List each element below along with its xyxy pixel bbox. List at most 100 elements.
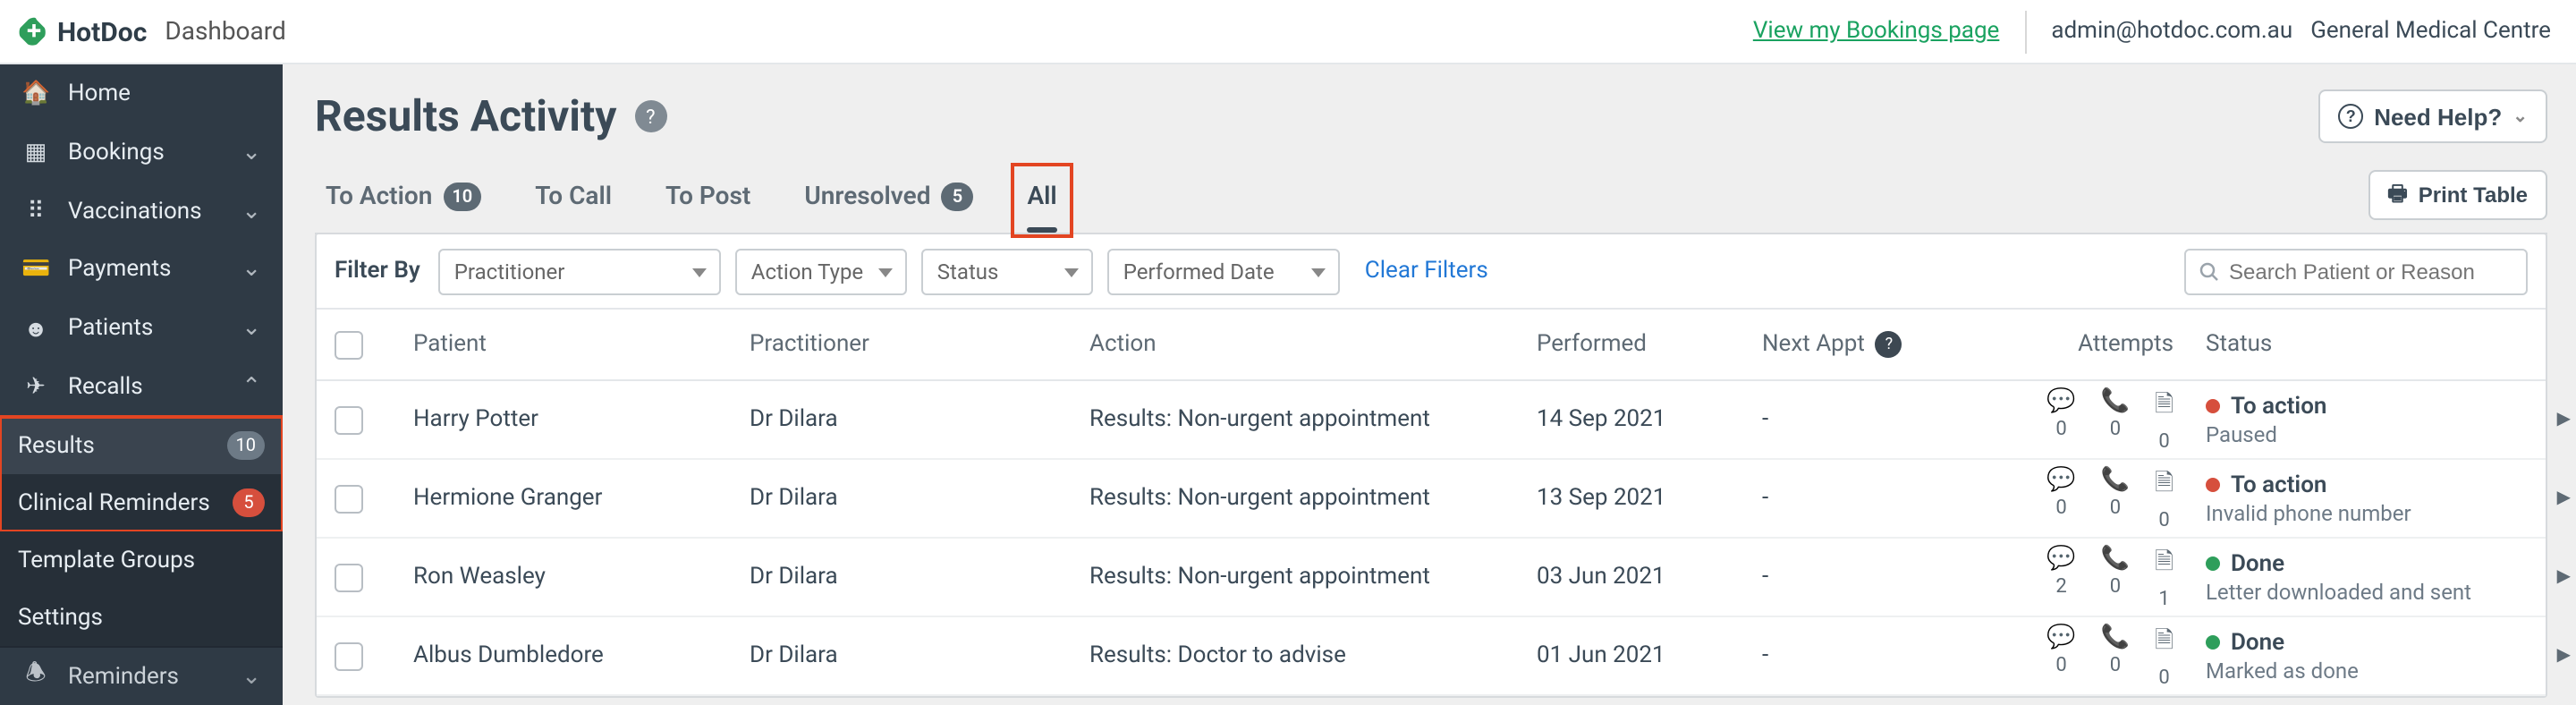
select-all-checkbox[interactable] <box>335 330 363 359</box>
sidebar-item-label: Home <box>68 81 131 107</box>
filter-action-type[interactable]: Action Type <box>735 248 907 294</box>
chevron-down-icon: ⌄ <box>242 663 261 690</box>
main-content: Results Activity ? ? Need Help? ⌄ To Act… <box>283 64 2576 705</box>
cell-performed: 01 Jun 2021 <box>1537 642 1762 669</box>
cell-attempts: 💬0 📞0 🗎0 <box>1991 387 2206 452</box>
results-panel: Filter By Practitioner Action Type Statu… <box>315 233 2547 698</box>
message-icon: 💬 <box>2046 466 2075 493</box>
filter-practitioner[interactable]: Practitioner <box>438 248 721 294</box>
account-email[interactable]: admin@hotdoc.com.au <box>2051 18 2292 45</box>
sidebar-sub-clinical-reminders[interactable]: Clinical Reminders 5 <box>0 474 283 531</box>
message-icon: 💬 <box>2046 545 2075 572</box>
chevron-right-icon[interactable]: ▶ <box>2546 488 2571 508</box>
sidebar-sub-results[interactable]: Results 10 <box>0 417 283 474</box>
filter-placeholder: Status <box>937 259 999 284</box>
sidebar-sub-label: Settings <box>18 604 103 631</box>
cell-practitioner: Dr Dilara <box>750 564 1089 590</box>
cell-patient: Harry Potter <box>413 406 750 433</box>
chevron-down-icon: ⌄ <box>242 316 261 343</box>
search-box[interactable] <box>2184 248 2528 294</box>
tab-label: Unresolved <box>804 183 930 211</box>
sidebar-sub-label: Results <box>18 432 95 459</box>
brand-section: Dashboard <box>165 17 285 46</box>
tab-to-call[interactable]: To Call <box>524 168 623 233</box>
row-checkbox[interactable] <box>335 405 363 434</box>
message-icon: 💬 <box>2046 387 2075 414</box>
table-row[interactable]: Harry Potter Dr Dilara Results: Non-urge… <box>317 381 2546 460</box>
sidebar-item-patients[interactable]: ☻ Patients ⌄ <box>0 300 283 359</box>
chevron-right-icon[interactable]: ▶ <box>2546 410 2571 429</box>
col-attempts: Attempts <box>1991 331 2206 358</box>
cell-status: To action Invalid phone number <box>2206 471 2546 525</box>
send-icon: ✈ <box>21 374 50 401</box>
print-label: Print Table <box>2419 183 2528 208</box>
col-action: Action <box>1089 331 1537 358</box>
print-table-button[interactable]: 🖶 Print Table <box>2368 170 2547 220</box>
cell-attempts: 💬0 📞0 🗎0 <box>1991 624 2206 688</box>
table-row[interactable]: Albus Dumbledore Dr Dilara Results: Doct… <box>317 617 2546 696</box>
sidebar-sub-label: Clinical Reminders <box>18 489 210 516</box>
search-input[interactable] <box>2229 259 2513 284</box>
row-checkbox[interactable] <box>335 484 363 513</box>
sidebar-item-reminders[interactable]: 🕭 Reminders ⌄ <box>0 646 283 705</box>
phone-icon: 📞 <box>2101 545 2130 572</box>
clear-filters-link[interactable]: Clear Filters <box>1365 258 1488 285</box>
sidebar-subnav-recalls: Results 10 Clinical Reminders 5 <box>0 417 283 531</box>
sidebar-item-recalls[interactable]: ✈ Recalls ⌃ <box>0 358 283 417</box>
status-dot-icon <box>2206 556 2220 571</box>
chevron-down-icon: ⌄ <box>242 257 261 284</box>
filter-status[interactable]: Status <box>921 248 1093 294</box>
badge-count: 10 <box>443 183 481 211</box>
badge-count: 10 <box>227 431 266 460</box>
tab-all[interactable]: All <box>1016 168 1067 233</box>
sidebar-item-bookings[interactable]: ▦ Bookings ⌄ <box>0 123 283 183</box>
chevron-right-icon[interactable]: ▶ <box>2546 567 2571 587</box>
chevron-right-icon[interactable]: ▶ <box>2546 646 2571 666</box>
table-row[interactable]: Hermione Granger Dr Dilara Results: Non-… <box>317 460 2546 539</box>
sidebar-item-label: Patients <box>68 316 153 343</box>
sidebar-item-label: Bookings <box>68 140 165 166</box>
cell-practitioner: Dr Dilara <box>750 406 1089 433</box>
sidebar-item-home[interactable]: 🏠 Home <box>0 64 283 123</box>
cell-patient: Ron Weasley <box>413 564 750 590</box>
row-checkbox[interactable] <box>335 641 363 670</box>
cell-next-appt: - <box>1762 485 1991 512</box>
sidebar-item-vaccinations[interactable]: ⠿ Vaccinations ⌄ <box>0 182 283 241</box>
sidebar-item-payments[interactable]: 💳 Payments ⌄ <box>0 241 283 300</box>
table-row[interactable]: Ron Weasley Dr Dilara Results: Non-urgen… <box>317 539 2546 617</box>
col-next-appt: Next Appt ? <box>1762 331 1991 358</box>
tab-to-action[interactable]: To Action 10 <box>315 168 492 233</box>
sidebar-sub-template-groups[interactable]: Template Groups <box>0 531 283 589</box>
results-tabs: To Action 10 To Call To Post Unresolved … <box>315 168 1068 233</box>
sidebar-sub-settings[interactable]: Settings <box>0 589 283 646</box>
chevron-down-icon: ⌄ <box>242 140 261 166</box>
col-performed: Performed <box>1537 331 1762 358</box>
tab-to-post[interactable]: To Post <box>655 168 761 233</box>
help-icon[interactable]: ? <box>1876 331 1902 358</box>
question-icon: ? <box>2338 104 2363 129</box>
calendar-icon: ▦ <box>21 140 50 166</box>
bell-icon: 🕭 <box>21 657 50 696</box>
filter-performed-date[interactable]: Performed Date <box>1107 248 1340 294</box>
document-icon: 🗎 <box>2155 624 2174 663</box>
brand-logo[interactable]: HotDoc Dashboard <box>18 15 286 47</box>
document-icon: 🗎 <box>2155 545 2174 584</box>
help-icon[interactable]: ? <box>634 100 666 132</box>
phone-icon: 📞 <box>2101 624 2130 650</box>
need-help-button[interactable]: ? Need Help? ⌄ <box>2318 89 2547 143</box>
cell-practitioner: Dr Dilara <box>750 485 1089 512</box>
cell-attempts: 💬2 📞0 🗎1 <box>1991 545 2206 609</box>
cell-action: Results: Non-urgent appointment <box>1089 485 1537 512</box>
account-centre[interactable]: General Medical Centre <box>2310 18 2551 45</box>
chevron-down-icon: ⌄ <box>2512 106 2528 126</box>
badge-count: 5 <box>941 183 973 211</box>
row-checkbox[interactable] <box>335 563 363 591</box>
status-dot-icon <box>2206 478 2220 492</box>
tab-unresolved[interactable]: Unresolved 5 <box>793 168 984 233</box>
cell-attempts: 💬0 📞0 🗎0 <box>1991 466 2206 531</box>
filter-placeholder: Action Type <box>751 259 863 284</box>
cell-status: Done Letter downloaded and sent <box>2206 550 2546 604</box>
view-bookings-link[interactable]: View my Bookings page <box>1753 18 2000 45</box>
cell-patient: Hermione Granger <box>413 485 750 512</box>
tab-label: To Call <box>535 183 612 211</box>
